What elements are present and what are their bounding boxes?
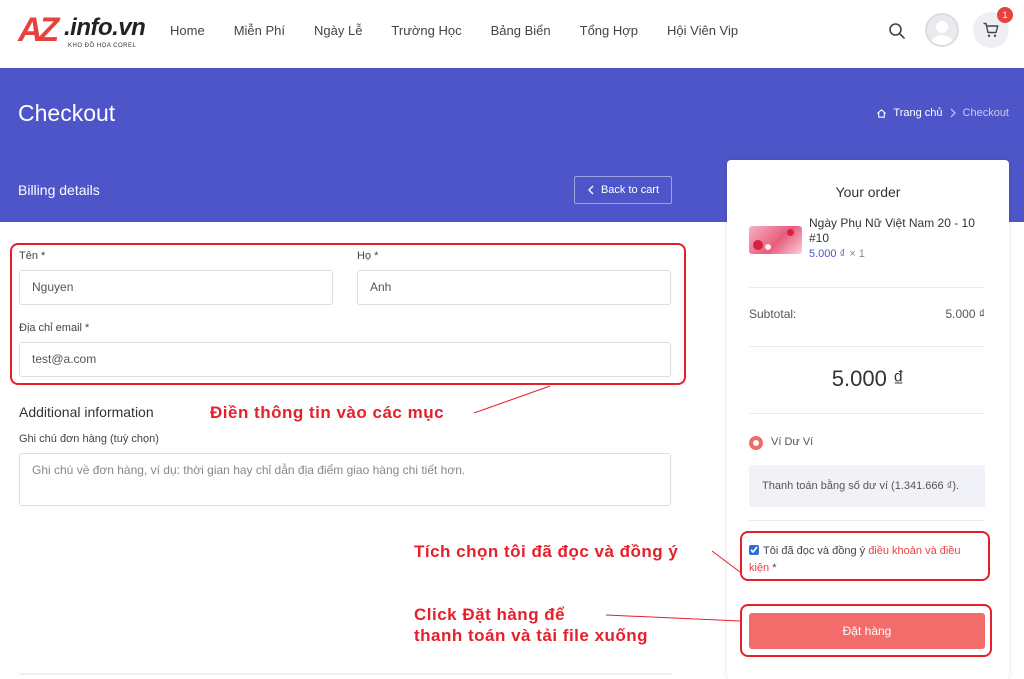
main-nav: Home Miễn Phí Ngày Lễ Trường Học Bảng Bi…: [170, 23, 767, 38]
product-price: 5.000 ₫: [809, 248, 846, 260]
logo-mark: AZ: [18, 11, 59, 49]
nav-truong-hoc[interactable]: Trường Học: [391, 23, 461, 38]
annotation-tick-agree: Tích chọn tôi đã đọc và đồng ý: [414, 542, 679, 561]
product-name[interactable]: Ngày Phụ Nữ Việt Nam 20 - 10 #10: [809, 216, 979, 246]
product-price-line: 5.000 ₫ × 1: [809, 248, 865, 260]
terms-text: Tôi đã đọc và đồng ý: [763, 545, 866, 557]
breadcrumb-home[interactable]: Trang chủ: [893, 107, 942, 119]
first-name-field[interactable]: Nguyen: [19, 270, 333, 305]
terms-agreement: Tôi đã đọc và đồng ý điều khoản và điều …: [749, 543, 979, 577]
nav-mien-phi[interactable]: Miễn Phí: [234, 23, 285, 38]
additional-info-heading: Additional information: [19, 404, 154, 420]
subtotal-label: Subtotal:: [749, 307, 797, 321]
subtotal-value: 5.000 ₫: [945, 307, 985, 321]
first-name-label: Tên *: [19, 250, 46, 262]
order-total: 5.000 ₫: [831, 366, 905, 391]
last-name-field[interactable]: Anh: [357, 270, 671, 305]
nav-hoi-vien-vip[interactable]: Hội Viên Vip: [667, 23, 738, 38]
terms-required: *: [772, 562, 777, 574]
terms-checkbox[interactable]: [749, 545, 759, 555]
order-notes-textarea[interactable]: Ghi chú về đơn hàng, ví dụ: thời gian ha…: [19, 453, 671, 506]
annotation-click-order-2: thanh toán và tải file xuống: [414, 626, 649, 645]
order-title: Your order: [835, 184, 901, 200]
divider: [749, 413, 985, 414]
payment-method-label[interactable]: Ví Dư Ví: [771, 436, 813, 448]
divider: [749, 287, 985, 288]
site-logo[interactable]: AZ .info.vn KHO ĐỒ HỌA COREL: [18, 10, 146, 52]
divider: [19, 673, 671, 675]
home-icon: [877, 108, 887, 118]
annotation-click-order-1: Click Đặt hàng để: [414, 605, 566, 624]
last-name-label: Họ *: [357, 250, 379, 262]
nav-ngay-le[interactable]: Ngày Lễ: [314, 23, 362, 38]
email-field[interactable]: test@a.com: [19, 342, 671, 377]
chevron-right-icon: [950, 108, 956, 118]
annotation-fill-info: Điền thông tin vào các mục: [210, 403, 445, 422]
back-to-cart-label: Back to cart: [600, 184, 660, 196]
product-thumbnail[interactable]: [749, 226, 802, 254]
payment-description: Thanh toán bằng số dư ví (1.341.666 ₫).: [749, 465, 985, 507]
payment-radio[interactable]: [749, 436, 763, 450]
place-order-button[interactable]: Đặt hàng: [749, 613, 985, 649]
order-notes-label: Ghi chú đơn hàng (tuỳ chọn): [19, 433, 159, 445]
divider: [749, 520, 985, 521]
logo-tagline: KHO ĐỒ HỌA COREL: [68, 43, 137, 49]
nav-tong-hop[interactable]: Tổng Hợp: [580, 23, 638, 38]
order-summary-card: Your order Ngày Phụ Nữ Việt Nam 20 - 10 …: [727, 160, 1009, 679]
email-label: Địa chỉ email *: [19, 322, 90, 334]
breadcrumb: Trang chủ Checkout: [876, 107, 1009, 119]
breadcrumb-current: Checkout: [962, 107, 1009, 119]
divider: [749, 346, 985, 347]
back-to-cart-button[interactable]: Back to cart: [574, 176, 672, 204]
logo-name: .info.vn: [64, 14, 146, 41]
chevron-left-icon: [588, 185, 594, 195]
search-icon[interactable]: [884, 18, 910, 44]
nav-home[interactable]: Home: [170, 23, 205, 38]
billing-title: Billing details: [18, 182, 100, 198]
nav-bang-bien[interactable]: Bảng Biển: [491, 23, 551, 38]
site-header: AZ .info.vn KHO ĐỒ HỌA COREL Home Miễn P…: [0, 0, 1024, 68]
avatar[interactable]: [925, 13, 959, 47]
cart-count-badge: 1: [997, 7, 1013, 23]
product-qty: × 1: [849, 248, 865, 260]
page-title: Checkout: [18, 100, 116, 126]
